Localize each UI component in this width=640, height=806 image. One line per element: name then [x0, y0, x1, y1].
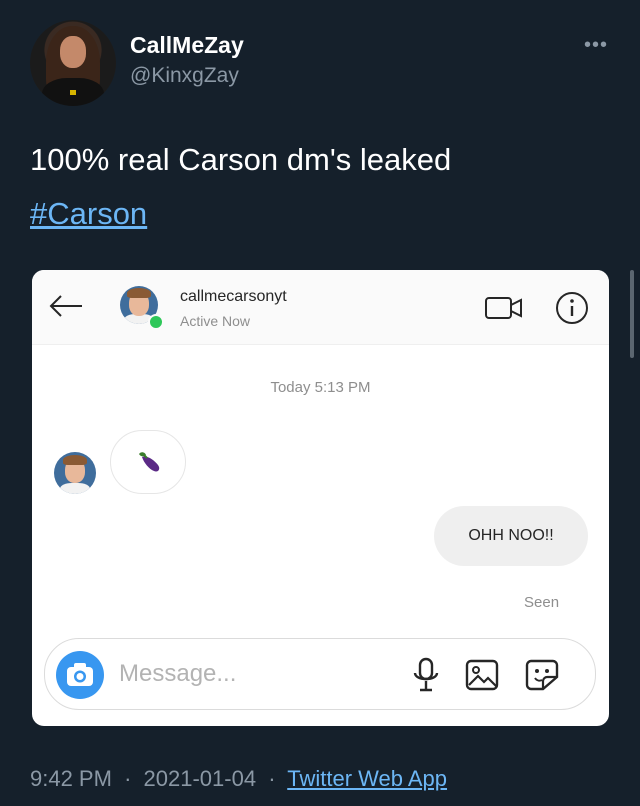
sender-avatar[interactable] — [54, 452, 96, 494]
dm-screenshot-card[interactable]: callmecarsonyt Active Now Today 5:13 PM … — [32, 270, 609, 726]
tweet-source-link[interactable]: Twitter Web App — [287, 766, 447, 791]
sticker-icon[interactable] — [525, 659, 559, 691]
camera-button[interactable] — [56, 651, 104, 699]
image-icon[interactable] — [465, 659, 499, 691]
tweet-date[interactable]: 2021-01-04 — [144, 766, 257, 791]
eggplant-icon — [139, 452, 160, 472]
author-handle[interactable]: @KinxgZay — [130, 64, 239, 88]
hashtag-link[interactable]: #Carson — [30, 196, 147, 232]
camera-icon — [67, 663, 93, 686]
video-call-icon[interactable] — [484, 294, 524, 322]
microphone-icon[interactable] — [411, 657, 441, 693]
outgoing-message-bubble[interactable]: OHH NOO!! — [434, 506, 588, 566]
tweet-text: 100% real Carson dm's leaked — [30, 142, 452, 177]
author-avatar[interactable] — [30, 20, 116, 106]
tweet-meta: 9:42 PM · 2021-01-04 · Twitter Web App — [30, 766, 447, 792]
dm-username[interactable]: callmecarsonyt — [180, 288, 287, 306]
dm-active-status: Active Now — [180, 313, 251, 329]
scrollbar-thumb[interactable] — [630, 270, 634, 358]
info-icon[interactable] — [554, 290, 590, 326]
back-arrow-icon[interactable] — [46, 292, 86, 320]
message-input[interactable] — [119, 657, 369, 691]
more-options-icon[interactable]: ••• — [584, 34, 608, 57]
seen-label: Seen — [524, 594, 560, 611]
message-composer — [44, 638, 596, 710]
message-timestamp: Today 5:13 PM — [270, 379, 371, 396]
tweet-time[interactable]: 9:42 PM — [30, 766, 112, 791]
dm-header: callmecarsonyt Active Now — [32, 270, 609, 345]
incoming-message-bubble[interactable] — [110, 430, 186, 494]
online-status-dot — [148, 314, 164, 330]
meta-separator: · — [124, 766, 132, 791]
author-name[interactable]: CallMeZay — [130, 32, 244, 59]
meta-separator: · — [268, 766, 276, 791]
